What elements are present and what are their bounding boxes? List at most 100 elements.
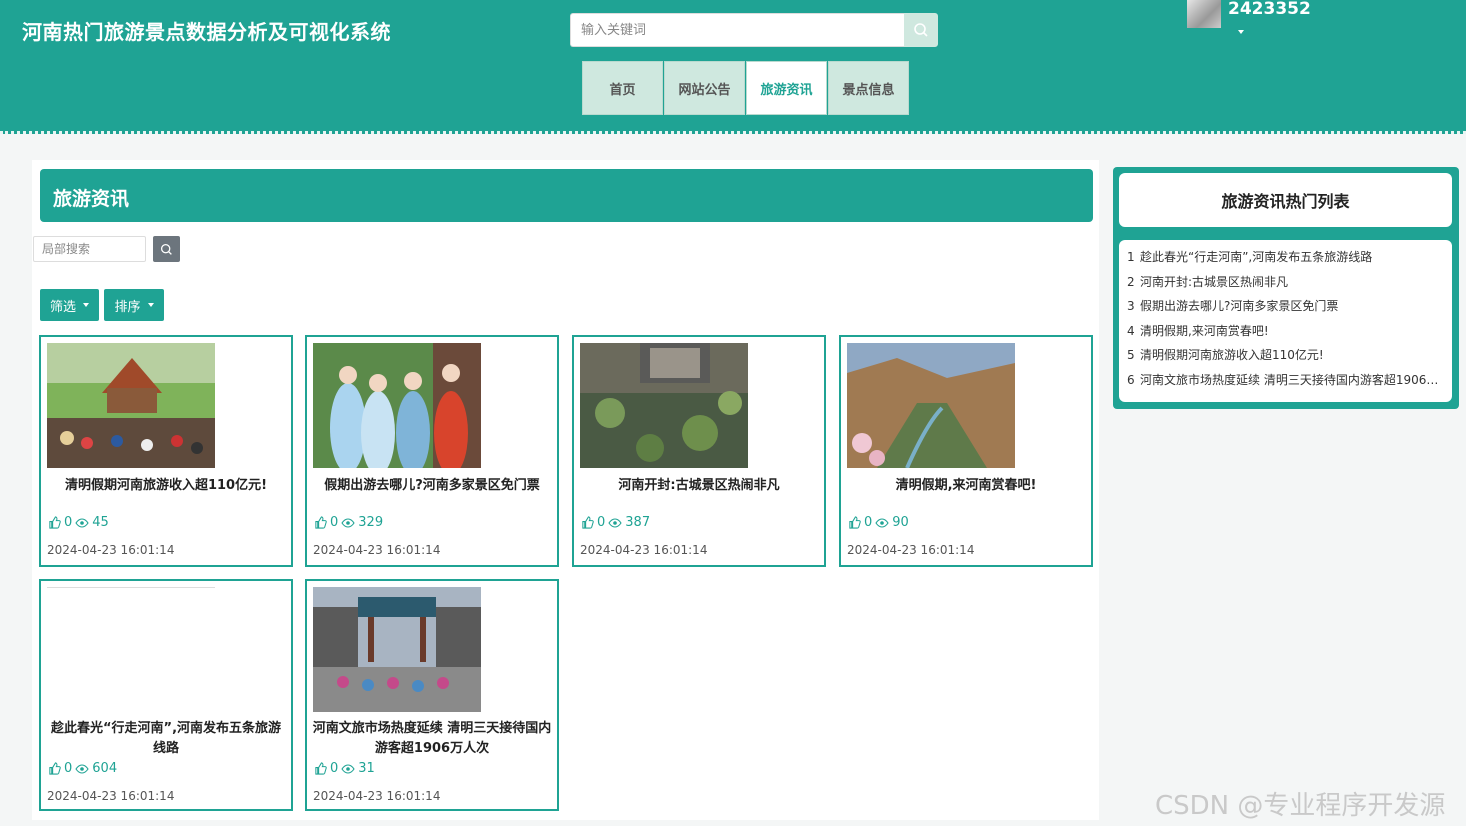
thumbs-up-icon[interactable] bbox=[848, 516, 861, 529]
news-thumbnail[interactable] bbox=[580, 343, 748, 468]
news-thumbnail[interactable] bbox=[847, 343, 1015, 468]
news-card[interactable]: 河南开封:古城景区热闹非凡 0 387 2024-04-23 16:01:14 bbox=[572, 335, 826, 567]
nav-item-travel-news[interactable]: 旅游资讯 bbox=[746, 61, 827, 115]
header: 河南热门旅游景点数据分析及可视化系统 2423352 首页 网站公告 旅游资讯 … bbox=[0, 0, 1466, 134]
view-count: 31 bbox=[358, 761, 375, 776]
chevron-down-icon[interactable] bbox=[1238, 30, 1244, 34]
search-bar bbox=[570, 13, 938, 47]
filter-button[interactable]: 筛选 bbox=[40, 289, 99, 321]
search-button[interactable] bbox=[904, 13, 938, 47]
news-stats: 0 90 bbox=[848, 515, 909, 530]
hot-list-link[interactable]: 河南文旅市场热度延续 清明三天接待国内游客超1906万... bbox=[1140, 370, 1440, 395]
news-title[interactable]: 清明假期河南旅游收入超110亿元! bbox=[45, 476, 287, 496]
search-icon bbox=[160, 243, 172, 255]
sort-label: 排序 bbox=[114, 299, 141, 315]
news-date: 2024-04-23 16:01:14 bbox=[47, 789, 175, 803]
nav-item-announcements[interactable]: 网站公告 bbox=[664, 61, 745, 115]
news-thumbnail[interactable] bbox=[47, 343, 215, 468]
news-card[interactable]: 趁此春光“行走河南”,河南发布五条旅游线路 0 604 2024-04-23 1… bbox=[39, 579, 293, 811]
hot-list-rank: 4 bbox=[1127, 323, 1135, 338]
news-stats: 0 387 bbox=[581, 515, 650, 530]
like-count: 0 bbox=[597, 515, 606, 530]
local-search-input[interactable] bbox=[33, 236, 146, 262]
nav-item-attractions[interactable]: 景点信息 bbox=[828, 61, 909, 115]
news-stats: 0 45 bbox=[48, 515, 109, 530]
search-input[interactable] bbox=[570, 13, 904, 47]
hot-list-item[interactable]: 1 趁此春光“行走河南”,河南发布五条旅游线路 bbox=[1119, 247, 1452, 272]
eye-icon bbox=[341, 763, 355, 774]
hot-list-link[interactable]: 假期出游去哪儿?河南多家景区免门票 bbox=[1140, 296, 1440, 321]
hot-list-title: 旅游资讯热门列表 bbox=[1119, 173, 1452, 227]
eye-icon bbox=[875, 517, 889, 528]
eye-icon bbox=[608, 517, 622, 528]
thumbs-up-icon[interactable] bbox=[314, 516, 327, 529]
view-count: 387 bbox=[625, 515, 651, 530]
thumbs-up-icon[interactable] bbox=[48, 762, 61, 775]
section-title: 旅游资讯 bbox=[53, 188, 130, 210]
news-thumbnail[interactable] bbox=[313, 587, 481, 712]
news-stats: 0 604 bbox=[48, 761, 117, 776]
news-title[interactable]: 趁此春光“行走河南”,河南发布五条旅游线路 bbox=[45, 719, 287, 759]
hot-list-link[interactable]: 清明假期河南旅游收入超110亿元! bbox=[1140, 345, 1440, 370]
avatar[interactable] bbox=[1187, 0, 1221, 28]
hot-list-panel: 旅游资讯热门列表 1 趁此春光“行走河南”,河南发布五条旅游线路 2 河南开封:古城… bbox=[1113, 167, 1459, 409]
news-title[interactable]: 河南开封:古城景区热闹非凡 bbox=[578, 476, 820, 496]
news-date: 2024-04-23 16:01:14 bbox=[847, 543, 975, 557]
hot-list-rank: 2 bbox=[1127, 274, 1135, 289]
local-search-button[interactable] bbox=[153, 236, 180, 262]
eye-icon bbox=[75, 517, 89, 528]
news-title[interactable]: 假期出游去哪儿?河南多家景区免门票 bbox=[311, 476, 553, 496]
hot-list-item[interactable]: 2 河南开封:古城景区热闹非凡 bbox=[1119, 272, 1452, 297]
news-title[interactable]: 清明假期,来河南赏春吧! bbox=[845, 476, 1087, 496]
section-header: 旅游资讯 bbox=[40, 169, 1093, 222]
hot-list-link[interactable]: 河南开封:古城景区热闹非凡 bbox=[1140, 272, 1440, 297]
view-count: 90 bbox=[892, 515, 909, 530]
news-card[interactable]: 清明假期,来河南赏春吧! 0 90 2024-04-23 16:01:14 bbox=[839, 335, 1093, 567]
caret-down-icon bbox=[83, 303, 89, 307]
hot-list-rank: 3 bbox=[1127, 299, 1135, 313]
username[interactable]: 2423352 bbox=[1228, 0, 1311, 19]
thumbs-up-icon[interactable] bbox=[314, 762, 327, 775]
caret-down-icon bbox=[147, 303, 154, 307]
hot-list-link[interactable]: 清明假期,来河南赏春吧! bbox=[1140, 321, 1440, 346]
eye-icon bbox=[75, 763, 89, 774]
news-stats: 0 31 bbox=[314, 761, 375, 776]
news-thumbnail[interactable] bbox=[313, 343, 481, 468]
thumbs-up-icon[interactable] bbox=[48, 516, 61, 529]
news-title[interactable]: 河南文旅市场热度延续 清明三天接待国内游客超1906万人次 bbox=[311, 719, 553, 759]
eye-icon bbox=[341, 517, 355, 528]
view-count: 329 bbox=[358, 515, 384, 530]
site-title: 河南热门旅游景点数据分析及可视化系统 bbox=[22, 20, 391, 44]
news-card[interactable]: 清明假期河南旅游收入超110亿元! 0 45 2024-04-23 16:01:… bbox=[39, 335, 293, 567]
like-count: 0 bbox=[330, 515, 339, 530]
sort-button[interactable]: 排序 bbox=[104, 289, 164, 321]
news-date: 2024-04-23 16:01:14 bbox=[313, 543, 441, 557]
nav-item-home[interactable]: 首页 bbox=[582, 61, 663, 115]
view-count: 45 bbox=[92, 515, 109, 530]
news-card[interactable]: 假期出游去哪儿?河南多家景区免门票 0 329 2024-04-23 16:01… bbox=[305, 335, 559, 567]
hot-list-rank: 5 bbox=[1127, 348, 1135, 362]
thumbs-up-icon[interactable] bbox=[581, 516, 594, 529]
news-date: 2024-04-23 16:01:14 bbox=[313, 789, 441, 803]
view-count: 604 bbox=[92, 761, 118, 776]
news-stats: 0 329 bbox=[314, 515, 383, 530]
watermark: CSDN @专业程序开发源 bbox=[1155, 791, 1446, 821]
news-date: 2024-04-23 16:01:14 bbox=[47, 543, 175, 557]
like-count: 0 bbox=[64, 515, 73, 530]
hot-list-item[interactable]: 3 假期出游去哪儿?河南多家景区免门票 bbox=[1119, 296, 1452, 321]
hot-list-item[interactable]: 6 河南文旅市场热度延续 清明三天接待国内游客超1906万... bbox=[1119, 370, 1452, 395]
news-card[interactable]: 河南文旅市场热度延续 清明三天接待国内游客超1906万人次 0 31 2024-… bbox=[305, 579, 559, 811]
hot-list-item[interactable]: 4 清明假期,来河南赏春吧! bbox=[1119, 321, 1452, 346]
hot-list-rank: 6 bbox=[1127, 372, 1135, 387]
search-icon bbox=[914, 23, 928, 37]
hot-list-item[interactable]: 5 清明假期河南旅游收入超110亿元! bbox=[1119, 345, 1452, 370]
news-date: 2024-04-23 16:01:14 bbox=[580, 543, 708, 557]
news-thumbnail[interactable] bbox=[47, 587, 215, 712]
like-count: 0 bbox=[64, 761, 73, 776]
main-nav: 首页 网站公告 旅游资讯 景点信息 bbox=[582, 61, 910, 115]
hot-list: 1 趁此春光“行走河南”,河南发布五条旅游线路 2 河南开封:古城景区热闹非凡 3假… bbox=[1119, 240, 1452, 402]
hot-list-link[interactable]: 趁此春光“行走河南”,河南发布五条旅游线路 bbox=[1140, 247, 1440, 272]
filter-label: 筛选 bbox=[49, 299, 76, 315]
hot-list-rank: 1 bbox=[1127, 250, 1135, 264]
like-count: 0 bbox=[330, 761, 339, 776]
